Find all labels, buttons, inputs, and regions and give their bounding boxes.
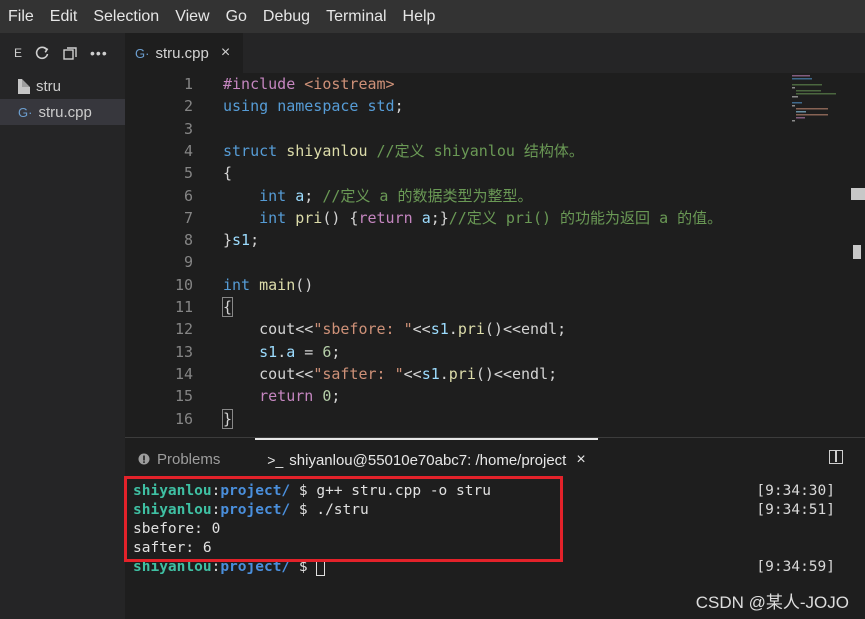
menu-go[interactable]: Go	[218, 0, 255, 33]
code-editor[interactable]: 1 #include <iostream> 2 using namespace std…	[125, 73, 865, 435]
explorer-toolbar: E •••	[0, 33, 125, 73]
line-text: using namespace std;	[223, 97, 404, 116]
line-number: 12	[174, 320, 193, 339]
terminal-icon: >_	[267, 452, 284, 468]
line-text: int a; //定义 a 的数据类型为整型。	[259, 186, 533, 205]
line-text: int pri() {return a;}//定义 pri() 的功能为返回 a…	[259, 208, 723, 227]
line-number: 5	[183, 164, 193, 183]
watermark: CSDN @某人-JOJO	[695, 593, 849, 612]
scrollbar-thumb[interactable]	[853, 245, 861, 259]
red-highlight-box	[124, 476, 563, 562]
file-item-stru-cpp[interactable]: G· stru.cpp	[0, 99, 125, 125]
refresh-icon[interactable]	[34, 45, 50, 61]
menu-bar: File Edit Selection View Go Debug Termin…	[0, 0, 865, 33]
explorer-title: E	[14, 46, 23, 60]
line-text: }s1;	[223, 231, 260, 250]
tab-problems[interactable]: Problems	[137, 438, 220, 480]
problems-icon	[138, 453, 150, 465]
line-number: 8	[183, 231, 193, 250]
close-tab-icon[interactable]: ×	[221, 44, 230, 62]
line-number: 6	[183, 186, 193, 205]
close-terminal-icon[interactable]: ×	[576, 451, 585, 469]
line-text: {	[223, 164, 233, 183]
menu-terminal[interactable]: Terminal	[318, 0, 394, 33]
tab-stru-cpp[interactable]: G· stru.cpp ×	[125, 33, 243, 73]
line-number: 9	[183, 253, 193, 272]
terminal-timestamp: [9:34:30]	[756, 483, 835, 499]
line-text: cout<<"sbefore: "<<s1.pri()<<endl;	[259, 320, 567, 339]
line-number: 10	[174, 275, 193, 294]
tab-problems-label: Problems	[157, 450, 221, 468]
panel-tab-bar: Problems >_ shiyanlou@55010e70abc7: /hom…	[125, 437, 865, 480]
split-panel-icon[interactable]	[829, 450, 843, 464]
line-text: }	[221, 408, 234, 429]
line-number: 15	[174, 387, 193, 406]
editor-tab-bar: G· stru.cpp ×	[125, 33, 865, 73]
menu-file[interactable]: File	[0, 0, 42, 33]
line-number: 1	[183, 75, 193, 93]
collapse-all-icon[interactable]	[62, 45, 78, 61]
menu-edit[interactable]: Edit	[42, 0, 86, 33]
line-number: 11	[174, 298, 193, 316]
line-number: 7	[183, 208, 193, 227]
line-number: 13	[174, 342, 193, 361]
line-number: 2	[183, 97, 193, 116]
line-number: 4	[183, 141, 193, 160]
minimap[interactable]	[790, 73, 850, 133]
line-text: #include <iostream>	[223, 75, 395, 93]
line-text: return 0;	[259, 387, 341, 406]
cpp-file-icon: G·	[135, 45, 150, 61]
line-number: 14	[174, 364, 193, 383]
tab-label: stru.cpp	[155, 44, 209, 62]
file-name: stru.cpp	[38, 103, 92, 121]
line-text: {	[221, 297, 234, 317]
file-icon	[18, 78, 30, 94]
terminal-timestamp: [9:34:51]	[756, 502, 835, 518]
overview-ruler-mark	[851, 188, 865, 200]
file-item-stru[interactable]: stru	[0, 73, 125, 99]
line-number: 3	[183, 119, 193, 138]
menu-debug[interactable]: Debug	[255, 0, 318, 33]
menu-help[interactable]: Help	[395, 0, 444, 33]
explorer-sidebar: E ••• stru G· stru.cpp	[0, 33, 125, 619]
terminal-timestamp: [9:34:59]	[756, 559, 835, 575]
tab-terminal-label: shiyanlou@55010e70abc7: /home/project	[289, 451, 567, 469]
menu-selection[interactable]: Selection	[85, 0, 167, 33]
line-text: struct shiyanlou //定义 shiyanlou 结构体。	[223, 141, 584, 160]
tab-terminal[interactable]: >_ shiyanlou@55010e70abc7: /home/project…	[255, 438, 598, 480]
cpp-file-icon: G·	[18, 104, 33, 120]
line-text: s1.a = 6;	[259, 342, 341, 361]
more-actions-icon[interactable]: •••	[90, 45, 108, 61]
file-name: stru	[36, 77, 62, 95]
line-text: int main()	[223, 275, 314, 294]
line-text: cout<<"safter: "<<s1.pri()<<endl;	[259, 364, 558, 383]
menu-view[interactable]: View	[167, 0, 217, 33]
line-number: 16	[174, 409, 193, 428]
